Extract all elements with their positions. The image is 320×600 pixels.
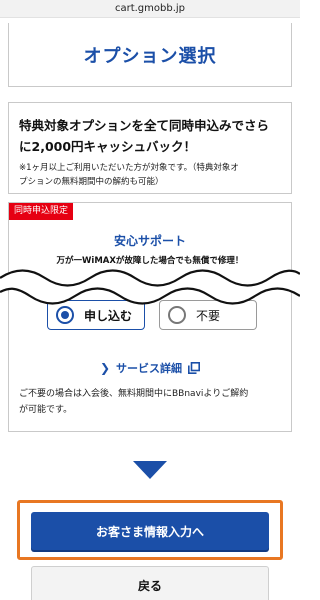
cashback-note: ※1ヶ月以上ご利用いただいた方が対象です。（特典対象オ プションの無料期間中の解…	[19, 161, 281, 189]
option-description: 万が一WiMAXが故障した場合でも無償で修理！	[56, 256, 244, 266]
cashback-note-line2: プションの無料期間中の解約も可能）	[19, 177, 164, 187]
page-title-panel: オプション選択	[8, 23, 292, 87]
next-customer-info-button[interactable]: お客さま情報入力へ	[31, 512, 269, 550]
radio-selected-icon	[56, 306, 74, 324]
option-name: 安心サポート	[113, 234, 186, 248]
address-bar[interactable]: cart.gmobb.jp	[0, 0, 300, 18]
service-detail-link[interactable]: ❯ サービス詳細	[9, 360, 291, 376]
back-button[interactable]: 戻る	[31, 566, 269, 600]
cashback-message-line1: 特典対象オプションを全て同時申込みでさら	[19, 118, 270, 133]
arrow-down-icon	[133, 461, 167, 479]
cashback-message-line2: に2,000円キャッシュバック！	[19, 139, 197, 154]
option-card-anshin-support: 同時申込限定 安心サポート 万が一WiMAXが故障した場合でも無償で修理！ 申し…	[8, 202, 292, 432]
page-content: オプション選択 特典対象オプションを全て同時申込みでさら に2,000円キャッシ…	[0, 18, 300, 600]
apply-label: 申し込む	[84, 308, 133, 323]
option-footnote-line2: が可能です。	[19, 405, 73, 415]
url-text: cart.gmobb.jp	[114, 3, 186, 14]
torn-edge-divider	[0, 269, 300, 305]
decline-label: 不要	[196, 308, 221, 323]
service-detail-label: サービス詳細	[116, 362, 183, 375]
radio-unselected-icon	[168, 306, 186, 324]
chevron-right-icon: ❯	[99, 361, 111, 375]
cashback-notice: 特典対象オプションを全て同時申込みでさら に2,000円キャッシュバック！ ※1…	[8, 102, 292, 194]
page-title: オプション選択	[83, 45, 217, 67]
cashback-note-line1: ※1ヶ月以上ご利用いただいた方が対象です。（特典対象オ	[19, 163, 239, 173]
option-footnote: ご不要の場合は入会後、無料期間中にBBnaviよりご解約 が可能です。	[19, 386, 281, 418]
cashback-message: 特典対象オプションを全て同時申込みでさら に2,000円キャッシュバック！	[19, 115, 281, 157]
limited-badge: 同時申込限定	[9, 203, 74, 220]
option-footnote-line1: ご不要の場合は入会後、無料期間中にBBnaviよりご解約	[19, 389, 249, 399]
external-window-icon	[188, 362, 201, 374]
